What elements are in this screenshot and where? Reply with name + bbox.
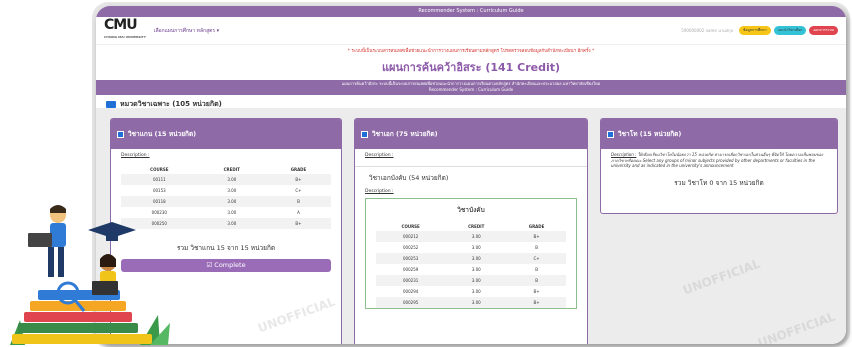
- book-icon: [117, 130, 124, 138]
- table-row: 000295 3.00 B+: [376, 297, 566, 308]
- major-card-title: วิชาเอก (75 หน่วยกิต): [372, 130, 438, 138]
- cell-credit: 3.00: [471, 289, 481, 294]
- major-required-description-toggle[interactable]: Description :: [355, 185, 587, 198]
- table-row: 000252 3.00 B: [376, 242, 566, 253]
- table-row: 000231 3.00 B: [376, 275, 566, 286]
- info-band: แผนการค้นคว้าอิสระ ระบบนี้เป็นระบบสารสนเ…: [96, 80, 846, 95]
- cell-grade: B+: [507, 231, 566, 242]
- system-title-bar: Recommender System : Curriculum Guide: [96, 6, 846, 17]
- cell-credit: 3.00: [197, 174, 266, 185]
- info-band-line2: Recommender System : Curriculum Guide: [428, 87, 514, 92]
- students-illustration: [10, 205, 170, 345]
- minor-card-title: วิชาโท (15 หน่วยกิต): [618, 130, 682, 138]
- cell-grade: C+: [295, 188, 302, 193]
- cell-grade: B+: [265, 218, 331, 229]
- cell-credit: 3.00: [227, 188, 237, 193]
- cmu-logo[interactable]: CMU CHIANG MAI UNIVERSITY: [104, 18, 146, 43]
- table-row: 000212 3.00 B+: [376, 231, 566, 242]
- core-card-header[interactable]: วิชาแกน (15 หน่วยกิต): [111, 119, 341, 149]
- cell-grade: A: [297, 210, 300, 215]
- browser-frame: Recommender System : Curriculum Guide CM…: [96, 6, 846, 344]
- user-info: 590000002 name นามสกุล: [681, 28, 734, 33]
- cell-course: 000252: [403, 245, 419, 250]
- cell-credit: 3.00: [197, 196, 266, 207]
- cell-credit: 3.00: [471, 267, 481, 272]
- table-row: 000294 3.00 B+: [376, 286, 566, 297]
- cell-course: 000253: [376, 253, 446, 264]
- cell-credit: 3.00: [445, 253, 508, 264]
- column-header-course: COURSE: [401, 223, 420, 229]
- cell-course: 000231: [376, 275, 446, 286]
- cell-credit: 3.00: [445, 275, 508, 286]
- study-info-button[interactable]: ข้อมูลการศึกษา: [739, 26, 771, 35]
- chevron-down-icon: ▾: [216, 27, 220, 34]
- major-card: วิชาเอก (75 หน่วยกิต) Description : วิชา…: [354, 118, 588, 344]
- cell-grade: B: [507, 275, 566, 286]
- cell-credit: 3.00: [197, 218, 266, 229]
- column-header-credit: CREDIT: [223, 166, 240, 172]
- book-icon: [361, 130, 368, 138]
- core-description-toggle[interactable]: Description :: [111, 149, 341, 162]
- required-courses-title: วิชาบังคับ: [457, 206, 485, 214]
- cell-course: 000294: [403, 289, 419, 294]
- column-header-grade: GRADE: [290, 166, 307, 172]
- minor-card: วิชาโท (15 หน่วยกิต) Description : ให้เล…: [600, 118, 838, 214]
- minor-description-label: Description :: [611, 152, 637, 157]
- folder-icon: [106, 101, 116, 108]
- cell-course: 000295: [376, 297, 446, 308]
- page-title: แผนการค้นคว้าอิสระ (141 Credit): [381, 61, 561, 74]
- major-description-toggle[interactable]: Description :: [355, 149, 587, 162]
- notice-text: * ระบบนี้เป็นระบบสารสนเทศเพื่อช่วยแนะนำก…: [347, 49, 595, 54]
- cell-credit: 3.00: [445, 231, 508, 242]
- watermark: UNOFFICIAL: [681, 256, 763, 298]
- minor-total: รวม วิชาโท 0 จาก 15 หน่วยกิต: [674, 178, 764, 187]
- column-header-course: COURSE: [150, 166, 169, 172]
- nav-right: 590000002 name นามสกุล ข้อมูลการศึกษา แน…: [681, 26, 838, 35]
- column-header-grade: GRADE: [528, 223, 545, 229]
- watermark: UNOFFICIAL: [756, 309, 838, 344]
- minor-card-header[interactable]: วิชาโท (15 หน่วยกิต): [601, 119, 837, 149]
- cell-grade: B: [535, 267, 538, 272]
- cell-grade: B: [535, 245, 538, 250]
- core-card-title: วิชาแกน (15 หน่วยกิต): [128, 130, 197, 138]
- cell-credit: 3.00: [471, 245, 481, 250]
- cell-course: 00111: [121, 174, 198, 185]
- logo-subtext: CHIANG MAI UNIVERSITY: [104, 34, 146, 39]
- minor-description-text: ให้เลือกเรียนวิชาโทไม่น้อยกว่า 15 หน่วยก…: [611, 152, 824, 168]
- cell-grade: B+: [507, 297, 566, 308]
- cell-course: 000212: [376, 231, 446, 242]
- cell-grade: B+: [265, 174, 331, 185]
- cell-credit: 3.00: [227, 210, 237, 215]
- elective-recommend-button[interactable]: แนะนำวิชาเลือก: [773, 26, 807, 35]
- navbar: CMU CHIANG MAI UNIVERSITY เลือกแผนการศึก…: [96, 17, 846, 45]
- complete-label: Complete: [214, 261, 246, 269]
- table-row: 000253 3.00 C+: [376, 253, 566, 264]
- cell-grade: B+: [533, 289, 540, 294]
- table-row: 00111 3.00 B+: [121, 174, 331, 185]
- column-header-credit: CREDIT: [468, 223, 485, 229]
- book-icon: [607, 130, 614, 138]
- curriculum-menu-label: เลือกแผนการศึกษา หลักสูตร: [153, 27, 216, 34]
- cell-credit: 3.00: [445, 297, 508, 308]
- logout-button[interactable]: ออกจากระบบ: [809, 26, 838, 35]
- cell-grade: B: [265, 196, 331, 207]
- major-table-wrap: COURSE CREDIT GRADE 000212 3.00 B+ 000252 3…: [376, 221, 566, 308]
- minor-description: Description : ให้เลือกเรียนวิชาโทไม่น้อย…: [601, 149, 837, 172]
- required-courses-panel: วิชาบังคับ COURSE CREDIT GRADE 000212 3.0…: [365, 198, 577, 309]
- table-row: 000259 3.00 B: [376, 264, 566, 275]
- content-area: วิชาแกน (15 หน่วยกิต) Description : COUR…: [96, 108, 846, 344]
- major-course-table: COURSE CREDIT GRADE 000212 3.00 B+ 000252 3…: [376, 221, 566, 308]
- major-required-title[interactable]: วิชาเอกบังคับ (54 หน่วยกิต): [355, 166, 587, 185]
- cell-course: 000259: [403, 267, 419, 272]
- curriculum-menu[interactable]: เลือกแผนการศึกษา หลักสูตร ▾: [154, 27, 219, 35]
- major-card-header[interactable]: วิชาเอก (75 หน่วยกิต): [355, 119, 587, 149]
- cell-grade: C+: [507, 253, 566, 264]
